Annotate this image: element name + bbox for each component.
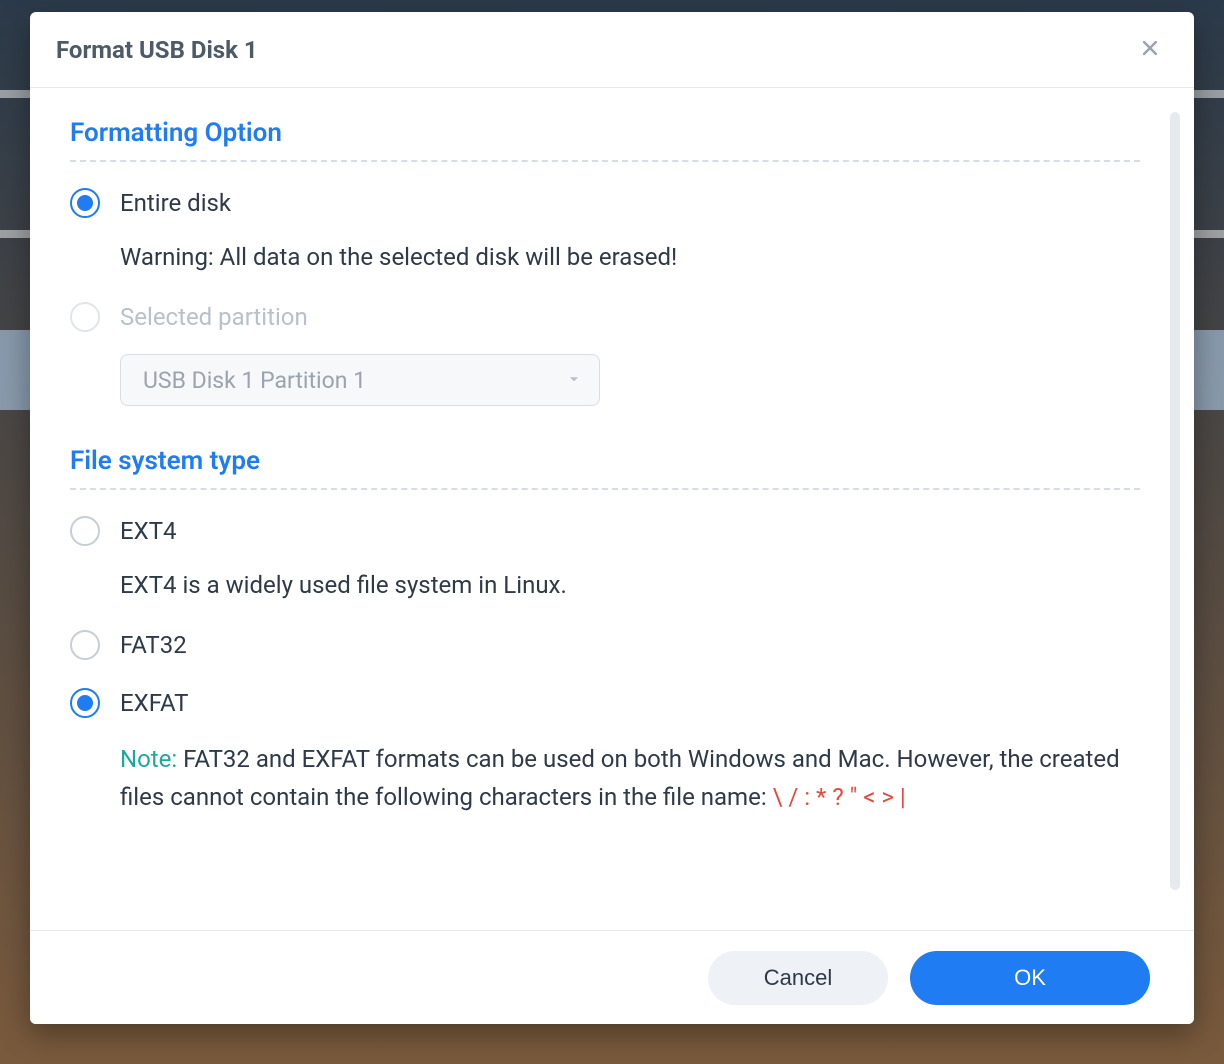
radio-selected-partition — [70, 302, 100, 332]
option-selected-partition: Selected partition — [70, 302, 1140, 332]
chevron-down-icon — [567, 371, 581, 390]
section-divider — [70, 160, 1140, 162]
option-label-selected-partition: Selected partition — [120, 302, 308, 332]
option-ext4[interactable]: EXT4 — [70, 516, 1140, 546]
note-chars: \ / : * ? " < > | — [773, 783, 906, 811]
cancel-button[interactable]: Cancel — [708, 951, 888, 1005]
entire-disk-warning: Warning: All data on the selected disk w… — [120, 240, 1140, 274]
option-label-entire-disk: Entire disk — [120, 188, 231, 218]
dialog-title: Format USB Disk 1 — [56, 36, 258, 64]
radio-entire-disk[interactable] — [70, 188, 100, 218]
dialog-content: Formatting Option Entire disk Warning: A… — [30, 88, 1194, 930]
partition-dropdown-value: USB Disk 1 Partition 1 — [143, 367, 366, 394]
ext4-description: EXT4 is a widely used file system in Lin… — [120, 568, 1140, 602]
option-label-fat32: FAT32 — [120, 630, 187, 660]
format-dialog: Format USB Disk 1 Formatting Option Enti… — [30, 12, 1194, 1024]
dialog-footer: Cancel OK — [30, 930, 1194, 1024]
section-title-formatting: Formatting Option — [70, 118, 1140, 148]
dialog-body: Formatting Option Entire disk Warning: A… — [30, 88, 1194, 930]
dialog-header: Format USB Disk 1 — [30, 12, 1194, 88]
close-icon — [1140, 38, 1160, 62]
option-label-exfat: EXFAT — [120, 688, 188, 718]
note-body: FAT32 and EXFAT formats can be used on b… — [120, 745, 1120, 811]
option-fat32[interactable]: FAT32 — [70, 630, 1140, 660]
section-divider — [70, 488, 1140, 490]
scrollbar[interactable] — [1170, 112, 1180, 890]
radio-fat32[interactable] — [70, 630, 100, 660]
section-title-filesystem: File system type — [70, 446, 1140, 476]
partition-dropdown: USB Disk 1 Partition 1 — [120, 354, 600, 406]
ok-button[interactable]: OK — [910, 951, 1150, 1005]
fat-note: Note: FAT32 and EXFAT formats can be use… — [120, 740, 1140, 816]
option-exfat[interactable]: EXFAT — [70, 688, 1140, 718]
note-label: Note: — [120, 745, 177, 773]
option-entire-disk[interactable]: Entire disk — [70, 188, 1140, 218]
radio-exfat[interactable] — [70, 688, 100, 718]
option-label-ext4: EXT4 — [120, 516, 177, 546]
close-button[interactable] — [1132, 32, 1168, 68]
radio-ext4[interactable] — [70, 516, 100, 546]
